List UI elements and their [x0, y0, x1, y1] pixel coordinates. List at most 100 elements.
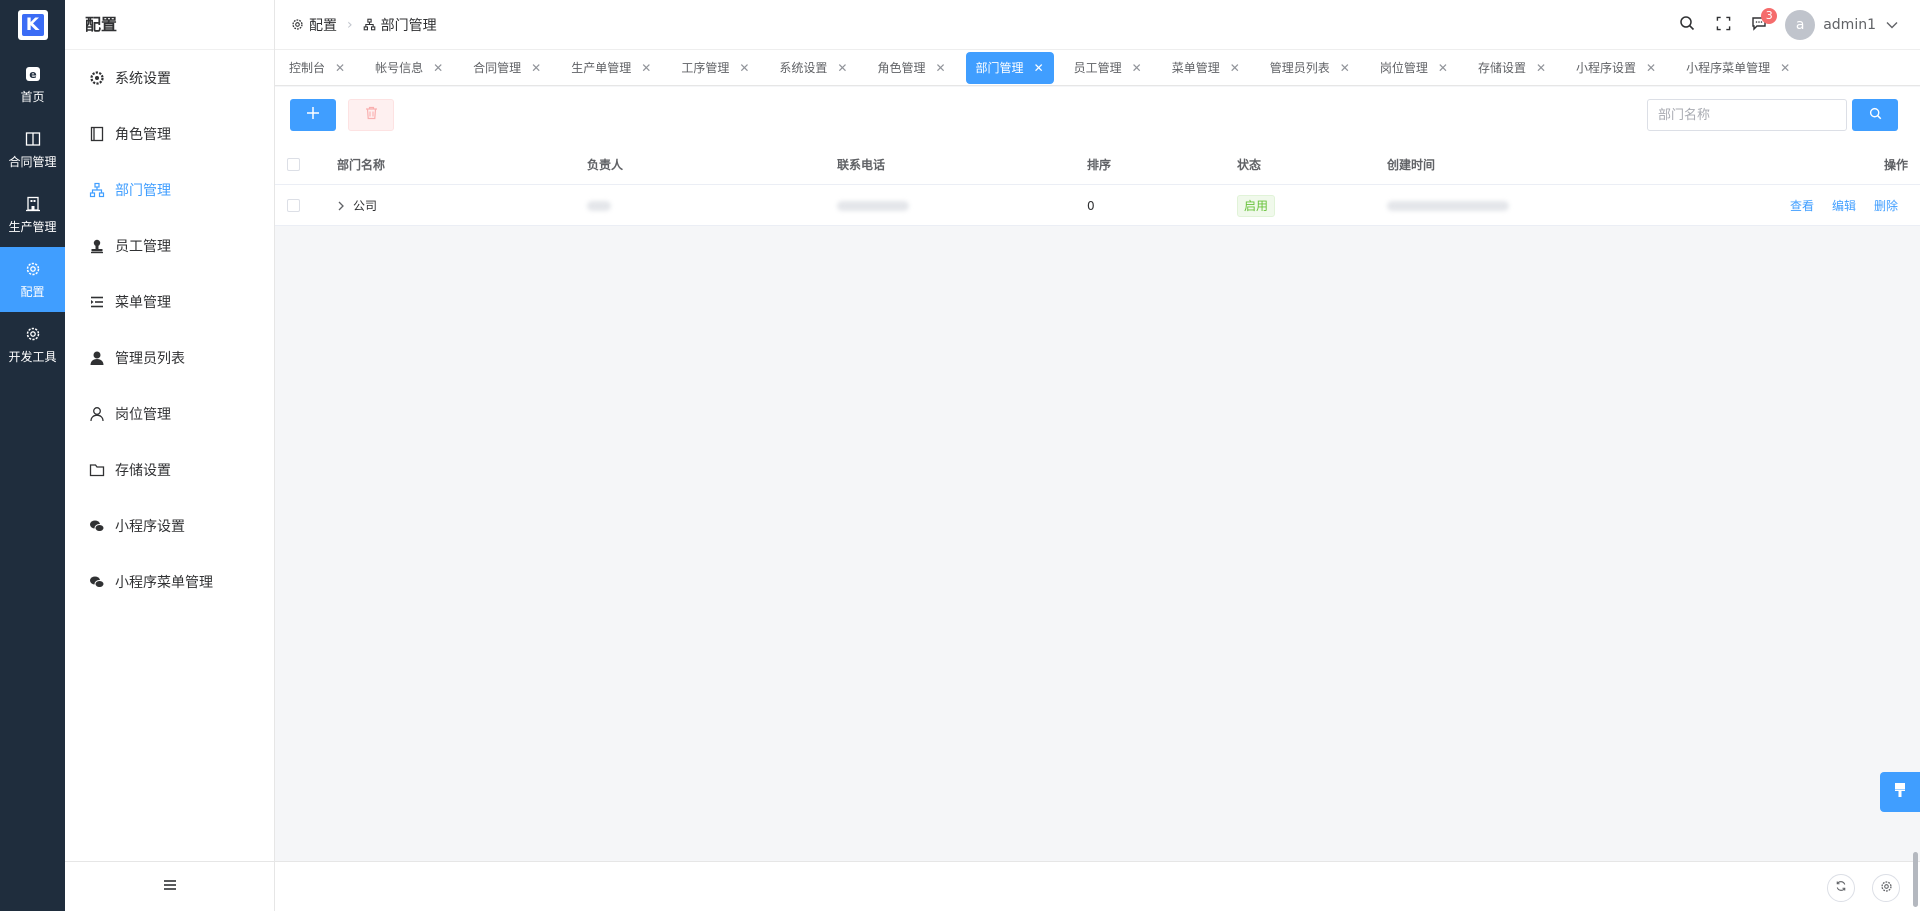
tab-menus[interactable]: 菜单管理 ✕ — [1162, 52, 1250, 84]
tab-label: 菜单管理 — [1171, 61, 1220, 75]
tab-dashboard[interactable]: 控制台 ✕ — [279, 52, 355, 84]
edit-link[interactable]: 编辑 — [1832, 197, 1856, 214]
footer-bar — [275, 861, 1920, 911]
search-submit-button[interactable] — [1852, 99, 1898, 131]
app-logo[interactable]: K — [17, 10, 48, 40]
notification-badge: 3 — [1761, 8, 1778, 24]
fullscreen-button[interactable] — [1705, 0, 1741, 50]
close-icon[interactable]: ✕ — [1132, 61, 1142, 75]
tab-label: 角色管理 — [877, 61, 926, 75]
sidebar-item-miniprogram-menus[interactable]: 小程序菜单管理 — [65, 554, 274, 610]
settings-button[interactable] — [1872, 874, 1900, 902]
row-checkbox[interactable] — [287, 199, 300, 212]
hamburger-icon — [163, 879, 177, 895]
tab-contracts[interactable]: 合同管理 ✕ — [463, 52, 551, 84]
rail-item-label: 合同管理 — [8, 154, 57, 169]
close-icon[interactable]: ✕ — [1340, 61, 1350, 75]
search-button[interactable] — [1669, 0, 1705, 50]
table-row: 公司 0 启用 查看 编辑 删除 — [275, 185, 1920, 226]
sidebar-item-departments[interactable]: 部门管理 — [65, 162, 274, 218]
tab-storage[interactable]: 存储设置 ✕ — [1468, 52, 1556, 84]
column-header: 排序 — [1087, 158, 1112, 172]
close-icon[interactable]: ✕ — [1780, 61, 1790, 75]
delete-link[interactable]: 删除 — [1874, 197, 1898, 214]
sidebar-item-employees[interactable]: 员工管理 — [65, 218, 274, 274]
gear-icon — [1880, 880, 1893, 897]
tab-system-settings[interactable]: 系统设置 ✕ — [769, 52, 857, 84]
refresh-button[interactable] — [1827, 874, 1855, 902]
close-icon[interactable]: ✕ — [1438, 61, 1448, 75]
rail-item-config[interactable]: 配置 — [0, 247, 65, 312]
department-table: 部门名称 负责人 联系电话 排序 状态 创建时间 操作 公司 0 启用 查看 编 — [275, 144, 1920, 226]
close-icon[interactable]: ✕ — [641, 61, 651, 75]
close-icon[interactable]: ✕ — [1034, 61, 1044, 75]
add-button[interactable] — [290, 99, 336, 131]
status-badge: 启用 — [1237, 194, 1276, 217]
rail-item-label: 生产管理 — [8, 219, 57, 234]
tab-departments[interactable]: 部门管理 ✕ — [965, 51, 1054, 84]
sidebar-item-positions[interactable]: 岗位管理 — [65, 386, 274, 442]
notifications-button[interactable]: 3 — [1741, 0, 1778, 50]
close-icon[interactable]: ✕ — [935, 61, 945, 75]
tab-miniprogram-menus[interactable]: 小程序菜单管理 ✕ — [1676, 52, 1800, 84]
tab-production-orders[interactable]: 生产单管理 ✕ — [561, 52, 661, 84]
close-icon[interactable]: ✕ — [1230, 61, 1240, 75]
select-all-checkbox[interactable] — [287, 158, 300, 171]
book-icon — [24, 130, 42, 148]
gear-icon — [89, 70, 105, 86]
tab-processes[interactable]: 工序管理 ✕ — [671, 52, 759, 84]
rail-item-label: 首页 — [20, 89, 45, 104]
sidebar-item-storage[interactable]: 存储设置 — [65, 442, 274, 498]
column-header: 状态 — [1237, 158, 1262, 172]
close-icon[interactable]: ✕ — [739, 61, 749, 75]
view-link[interactable]: 查看 — [1790, 197, 1814, 214]
tab-label: 生产单管理 — [571, 61, 632, 75]
rail-item-contract[interactable]: 合同管理 — [0, 117, 65, 182]
sidebar-collapse-button[interactable] — [65, 861, 274, 911]
close-icon[interactable]: ✕ — [433, 61, 443, 75]
rail-item-label: 配置 — [20, 284, 45, 299]
tab-admin-list[interactable]: 管理员列表 ✕ — [1260, 52, 1360, 84]
tab-positions[interactable]: 岗位管理 ✕ — [1370, 52, 1458, 84]
tabs-bar: 控制台 ✕ 帐号信息 ✕ 合同管理 ✕ 生产单管理 ✕ 工序管理 ✕ 系统设置 ✕ 角色管理… — [275, 50, 1920, 86]
close-icon[interactable]: ✕ — [1536, 61, 1546, 75]
username: admin1 — [1823, 17, 1876, 33]
close-icon[interactable]: ✕ — [1646, 61, 1656, 75]
close-icon[interactable]: ✕ — [335, 61, 345, 75]
sidebar-item-miniprogram-settings[interactable]: 小程序设置 — [65, 498, 274, 554]
rail-item-home[interactable]: e 首页 — [0, 52, 65, 117]
close-icon[interactable]: ✕ — [837, 61, 847, 75]
scrollbar-thumb[interactable] — [1913, 852, 1918, 907]
tab-account-info[interactable]: 帐号信息 ✕ — [365, 52, 453, 84]
sidebar-item-system-settings[interactable]: 系统设置 — [65, 50, 274, 106]
folder-icon — [89, 462, 105, 478]
floating-tool-button[interactable] — [1880, 772, 1920, 812]
redacted-created-time — [1387, 200, 1509, 211]
tab-employees[interactable]: 员工管理 ✕ — [1064, 52, 1152, 84]
sidebar-item-menus[interactable]: 菜单管理 — [65, 274, 274, 330]
tab-miniprogram-settings[interactable]: 小程序设置 ✕ — [1566, 52, 1666, 84]
breadcrumb-item[interactable]: 配置 — [309, 15, 337, 35]
tab-label: 系统设置 — [779, 61, 828, 75]
sidebar-item-roles[interactable]: 角色管理 — [65, 106, 274, 162]
tab-roles[interactable]: 角色管理 ✕ — [867, 52, 955, 84]
rail-item-production[interactable]: 生产管理 — [0, 182, 65, 247]
sidebar-item-label: 存储设置 — [115, 463, 171, 479]
department-name: 公司 — [353, 199, 378, 213]
delete-button[interactable] — [348, 99, 394, 131]
column-header: 创建时间 — [1387, 158, 1436, 172]
tab-label: 岗位管理 — [1379, 61, 1428, 75]
sub-sidebar: 配置 系统设置 角色管理 部门管理 员工管理 菜单管理 管理员列表 岗位管理 存… — [65, 0, 275, 911]
plus-icon — [306, 106, 320, 124]
stamp-icon — [89, 238, 105, 254]
user-outline-icon — [89, 406, 105, 422]
sidebar-item-admin-list[interactable]: 管理员列表 — [65, 330, 274, 386]
tab-label: 帐号信息 — [375, 61, 424, 75]
close-icon[interactable]: ✕ — [531, 61, 541, 75]
user-menu[interactable]: a admin1 — [1785, 10, 1910, 40]
avatar: a — [1785, 10, 1816, 40]
breadcrumb: 配置 › 部门管理 — [275, 15, 437, 35]
rail-item-devtools[interactable]: 开发工具 — [0, 312, 65, 377]
department-name-search-input[interactable] — [1647, 99, 1847, 131]
expand-chevron-icon[interactable] — [337, 201, 345, 211]
